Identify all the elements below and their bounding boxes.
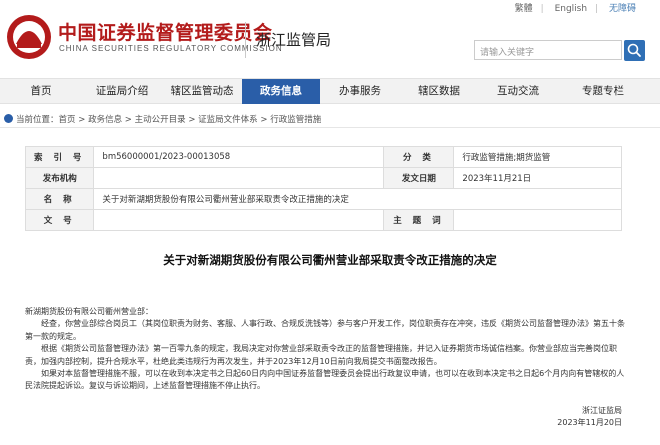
nav-home[interactable]: 首页 <box>0 79 82 104</box>
breadcrumb-divider <box>0 127 660 128</box>
signer: 浙江证监局 <box>582 406 622 415</box>
location-icon <box>4 114 13 123</box>
publisher-value <box>93 167 385 189</box>
separator: | <box>595 4 599 14</box>
table-row: 文 号 主 题 词 <box>24 209 622 231</box>
bureau-name[interactable]: 浙江监管局 <box>256 29 331 50</box>
paragraph-appeal: 如果对本监督管理措施不服，可以在收到本决定书之日起60日内向中国证券监督管理委员… <box>25 369 625 391</box>
date-value: 2023年11月21日 <box>453 167 622 189</box>
link-english[interactable]: English <box>555 4 588 14</box>
docno-label: 文 号 <box>24 209 95 231</box>
breadcrumb-disclosure[interactable]: 主动公开目录 <box>135 115 186 125</box>
table-row: 名 称 关于对新湖期货股份有限公司衢州营业部采取责令改正措施的决定 <box>24 188 622 210</box>
breadcrumb-home[interactable]: 首页 <box>59 115 76 125</box>
name-value: 关于对新湖期货股份有限公司衢州营业部采取责令改正措施的决定 <box>93 188 622 210</box>
paragraph-findings: 经查，你营业部综合岗员工（其岗位职责为财务、客服、人事行政、合规反洗钱等）参与客… <box>25 319 625 341</box>
nav-regulatory-news[interactable]: 辖区监管动态 <box>162 79 242 104</box>
separator: | <box>540 4 544 14</box>
document-title: 关于对新湖期货股份有限公司衢州营业部采取责令改正措施的决定 <box>163 253 497 267</box>
breadcrumb-measures[interactable]: 行政监管措施 <box>270 115 321 125</box>
link-traditional[interactable]: 繁體 <box>515 4 533 14</box>
search-input[interactable]: 请输入关键字 <box>474 40 622 60</box>
index-value: bm56000001/2023-00013058 <box>93 146 385 168</box>
docno-value <box>93 209 385 231</box>
nav-services[interactable]: 办事服务 <box>320 79 400 104</box>
main-nav: 首页 证监局介绍 辖区监管动态 政务信息 办事服务 辖区数据 互动交流 专题专栏 <box>0 78 660 104</box>
subject-value <box>453 209 622 231</box>
site-header: 中国证券监督管理委员会 CHINA SECURITIES REGULATORY … <box>0 0 660 78</box>
salutation: 新湖期货股份有限公司衢州营业部： <box>25 307 153 316</box>
subject-label: 主 题 词 <box>383 209 455 231</box>
sign-date: 2023年11月20日 <box>557 418 622 427</box>
csrc-emblem-icon <box>7 15 51 59</box>
top-links: 繁體 | English | 无障碍 <box>507 1 636 14</box>
org-name-cn[interactable]: 中国证券监督管理委员会 <box>58 18 273 45</box>
table-row: 发布机构 发文日期 2023年11月21日 <box>24 167 622 189</box>
nav-gov-info[interactable]: 政务信息 <box>242 79 320 104</box>
table-row: 索 引 号 bm56000001/2023-00013058 分 类 行政监管措… <box>24 146 622 168</box>
date-label: 发文日期 <box>383 167 455 189</box>
nav-data[interactable]: 辖区数据 <box>400 79 478 104</box>
search-icon <box>627 43 641 57</box>
logo-divider <box>245 22 246 58</box>
breadcrumb-file-system[interactable]: 证监局文件体系 <box>198 115 258 125</box>
category-label: 分 类 <box>383 146 455 168</box>
breadcrumb: 当前位置：首页 > 政务信息 > 主动公开目录 > 证监局文件体系 > 行政监管… <box>4 113 321 125</box>
document-metadata-table: 索 引 号 bm56000001/2023-00013058 分 类 行政监管措… <box>24 146 622 231</box>
signature-block: 浙江证监局 2023年11月20日 <box>557 405 622 429</box>
publisher-label: 发布机构 <box>24 167 95 189</box>
document-body: 新湖期货股份有限公司衢州营业部： 经查，你营业部综合岗员工（其岗位职责为财务、客… <box>25 306 625 393</box>
search-button[interactable] <box>624 40 645 61</box>
category-value: 行政监管措施;期货监管 <box>453 146 622 168</box>
breadcrumb-label: 当前位置： <box>16 115 59 125</box>
nav-intro[interactable]: 证监局介绍 <box>82 79 162 104</box>
nav-topics[interactable]: 专题专栏 <box>558 79 648 104</box>
paragraph-decision: 根据《期货公司监督管理办法》第一百零九条的规定，我局决定对你营业部采取责令改正的… <box>25 344 617 366</box>
name-label: 名 称 <box>24 188 95 210</box>
breadcrumb-gov-info[interactable]: 政务信息 <box>88 115 122 125</box>
org-name-en: CHINA SECURITIES REGULATORY COMMISSION <box>59 44 283 53</box>
link-accessibility[interactable]: 无障碍 <box>609 4 636 14</box>
nav-interaction[interactable]: 互动交流 <box>478 79 558 104</box>
index-label: 索 引 号 <box>24 146 95 168</box>
